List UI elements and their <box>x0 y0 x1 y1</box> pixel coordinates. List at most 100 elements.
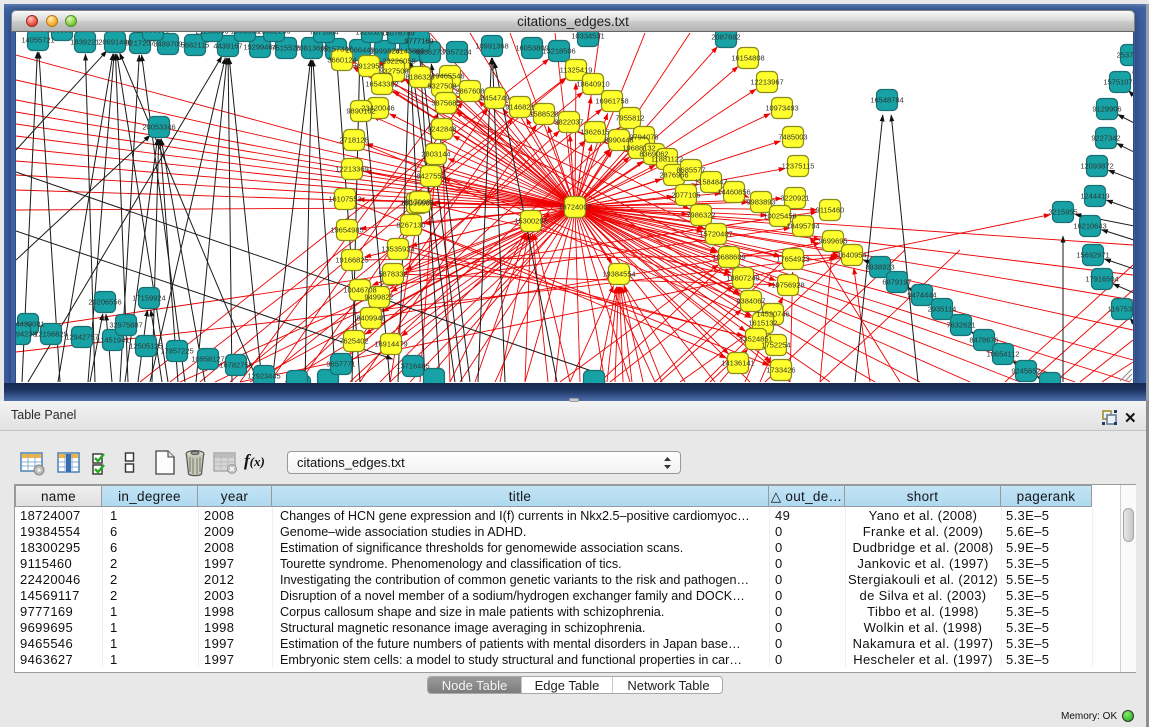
svg-text:19384554: 19384554 <box>602 270 635 279</box>
svg-text:1839221: 1839221 <box>70 38 99 47</box>
svg-text:12375115: 12375115 <box>782 162 815 171</box>
svg-text:9890162: 9890162 <box>346 107 375 116</box>
svg-text:9115460: 9115460 <box>816 206 845 215</box>
svg-text:7671884: 7671884 <box>309 32 338 37</box>
svg-text:12093872: 12093872 <box>1080 162 1113 171</box>
svg-text:9327500: 9327500 <box>379 67 408 76</box>
svg-text:2537611: 2537611 <box>1117 51 1134 60</box>
svg-text:3660124: 3660124 <box>327 56 356 65</box>
svg-text:7625402: 7625402 <box>339 337 368 346</box>
svg-text:2803144: 2803144 <box>421 150 450 159</box>
svg-text:12213967: 12213967 <box>750 78 783 87</box>
svg-text:12505135: 12505135 <box>129 342 162 351</box>
svg-text:10334531: 10334531 <box>571 32 604 41</box>
svg-text:17956909: 17956909 <box>136 32 169 35</box>
svg-text:9327508: 9327508 <box>427 82 456 91</box>
svg-text:13218506: 13218506 <box>542 47 575 56</box>
svg-text:10991368: 10991368 <box>475 42 508 51</box>
svg-text:18807249: 18807249 <box>726 274 759 283</box>
svg-text:7986322: 7986322 <box>686 211 715 220</box>
svg-text:9465546: 9465546 <box>435 72 464 81</box>
svg-text:9129906: 9129906 <box>1092 105 1121 114</box>
svg-text:9699695: 9699695 <box>818 237 847 246</box>
svg-text:21200396: 21200396 <box>195 32 228 36</box>
svg-text:8489709: 8489709 <box>153 40 182 49</box>
svg-text:16782759: 16782759 <box>219 361 252 370</box>
svg-text:13716485: 13716485 <box>396 362 429 371</box>
svg-text:14136141: 14136141 <box>721 359 754 368</box>
svg-text:1733426: 1733426 <box>766 366 795 375</box>
svg-text:10688609: 10688609 <box>712 253 745 262</box>
svg-text:9794078: 9794078 <box>629 133 658 142</box>
svg-text:1615132: 1615132 <box>748 319 777 328</box>
svg-text:8938923: 8938923 <box>865 263 894 272</box>
svg-text:9227342: 9227342 <box>1091 134 1120 143</box>
svg-text:12923445: 12923445 <box>247 372 280 381</box>
svg-text:17957225: 17957225 <box>160 347 193 356</box>
svg-text:11584847: 11584847 <box>695 178 728 187</box>
svg-text:32975887: 32975887 <box>109 321 142 330</box>
svg-text:16210643: 16210643 <box>1073 222 1106 231</box>
svg-text:9245652: 9245652 <box>1011 367 1040 376</box>
svg-text:15720407: 15720407 <box>699 230 732 239</box>
svg-text:16107553: 16107553 <box>328 195 361 204</box>
svg-text:8478676: 8478676 <box>969 336 998 345</box>
svg-text:16154808: 16154808 <box>731 54 764 63</box>
svg-text:23226058: 23226058 <box>382 57 415 66</box>
svg-text:15692971: 15692971 <box>1076 251 1109 260</box>
svg-text:9657771: 9657771 <box>326 360 355 369</box>
svg-text:8409948: 8409948 <box>356 314 385 323</box>
svg-text:14520746: 14520746 <box>756 310 789 319</box>
svg-text:5878332: 5878332 <box>378 270 407 279</box>
svg-text:10973493: 10973493 <box>765 104 798 113</box>
svg-text:2935114: 2935114 <box>928 305 957 314</box>
svg-text:3215955: 3215955 <box>1048 208 1077 217</box>
svg-text:9499822: 9499822 <box>364 293 393 302</box>
svg-text:19654985: 19654985 <box>330 226 363 235</box>
svg-text:1244419: 1244419 <box>1080 192 1109 201</box>
svg-text:4439167: 4439167 <box>213 42 242 51</box>
svg-text:1588520: 1588520 <box>529 110 558 119</box>
svg-text:12942757: 12942757 <box>65 333 98 342</box>
svg-text:14439081: 14439081 <box>16 320 45 329</box>
svg-text:19832259: 19832259 <box>257 32 290 36</box>
svg-text:13535934: 13535934 <box>381 245 414 254</box>
svg-text:7357224: 7357224 <box>442 48 471 57</box>
svg-text:2718126: 2718126 <box>339 136 368 145</box>
svg-text:14460856: 14460856 <box>717 188 750 197</box>
svg-text:2077105: 2077105 <box>671 191 700 200</box>
svg-text:9983893: 9983893 <box>746 198 775 207</box>
svg-text:8170081: 8170081 <box>405 198 434 207</box>
svg-text:10025458: 10025458 <box>763 212 796 221</box>
svg-text:19166825: 19166825 <box>335 256 368 265</box>
svg-text:5682115: 5682115 <box>181 41 210 50</box>
svg-text:19756928: 19756928 <box>771 281 804 290</box>
svg-text:6879197: 6879197 <box>882 278 911 287</box>
svg-text:2087682: 2087682 <box>711 33 740 42</box>
svg-text:1890399: 1890399 <box>230 32 259 36</box>
svg-text:17654923: 17654923 <box>776 255 809 264</box>
svg-text:15751074: 15751074 <box>1103 78 1134 87</box>
svg-text:9474444: 9474444 <box>907 291 936 300</box>
svg-text:8267130: 8267130 <box>396 221 425 230</box>
svg-text:7485003: 7485003 <box>778 133 807 142</box>
svg-text:3220921: 3220921 <box>780 194 809 203</box>
svg-text:16548784: 16548784 <box>870 96 903 105</box>
svg-text:16914479: 16914479 <box>374 340 407 349</box>
svg-text:3875685: 3875685 <box>431 99 460 108</box>
svg-text:3822037: 3822037 <box>554 118 583 127</box>
svg-text:1752254: 1752254 <box>761 341 790 350</box>
svg-text:8806804: 8806804 <box>47 32 76 35</box>
svg-text:7955812: 7955812 <box>615 114 644 123</box>
svg-text:9242848: 9242848 <box>427 125 456 134</box>
svg-text:12213369: 12213369 <box>335 165 368 174</box>
svg-text:9777169: 9777169 <box>404 37 433 46</box>
svg-text:16543382: 16543382 <box>365 80 398 89</box>
svg-text:18495794: 18495794 <box>786 222 819 231</box>
svg-text:12156829: 12156829 <box>34 330 67 339</box>
svg-text:20206556: 20206556 <box>88 298 121 307</box>
svg-text:17159924: 17159924 <box>132 294 165 303</box>
svg-text:16961758: 16961758 <box>595 97 628 106</box>
svg-text:9384067: 9384067 <box>736 297 765 306</box>
svg-text:1167533: 1167533 <box>1108 305 1134 314</box>
